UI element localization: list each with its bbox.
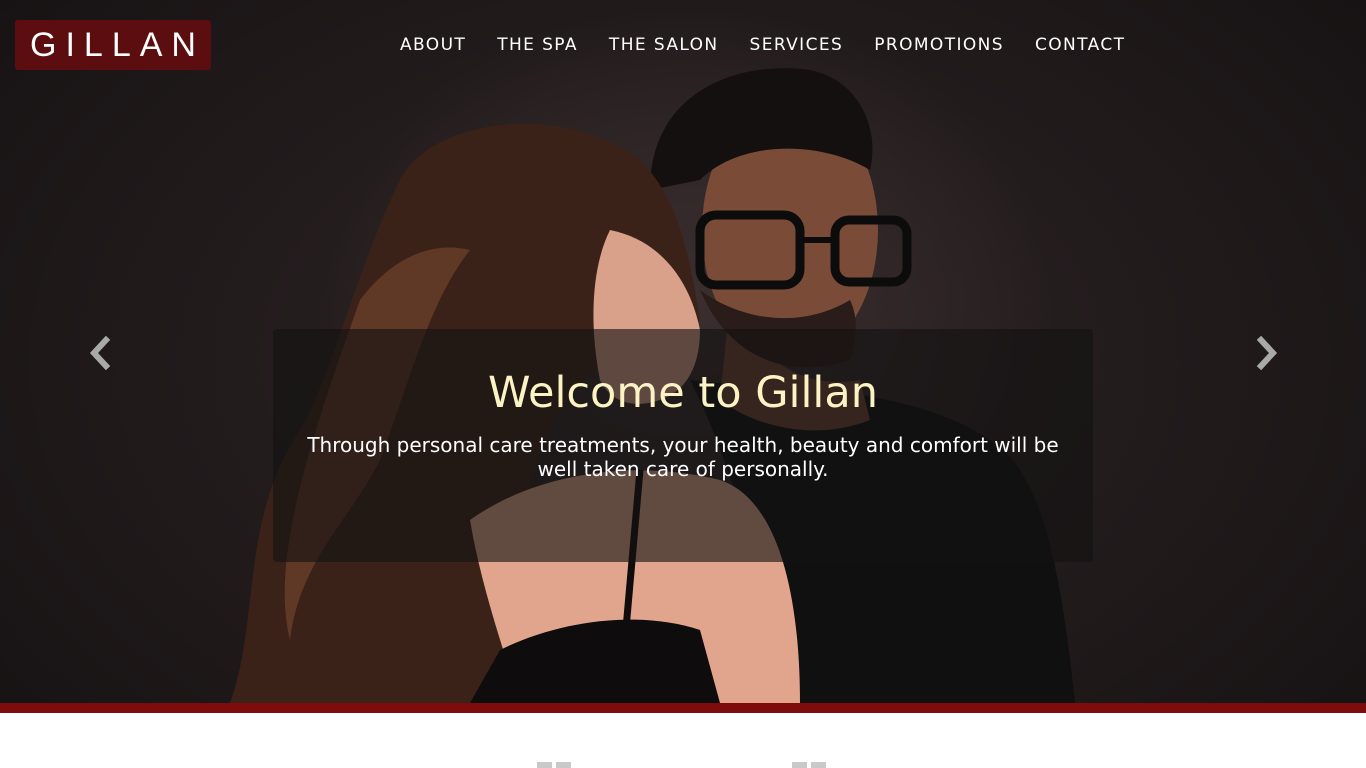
carousel-caption: Welcome to Gillan Through personal care … <box>273 329 1093 562</box>
nav-promotions[interactable]: PROMOTIONS <box>874 33 1004 57</box>
grid-icon <box>792 762 826 768</box>
nav-contact[interactable]: CONTACT <box>1035 33 1125 57</box>
hero-subtitle: Through personal care treatments, your h… <box>307 433 1059 481</box>
nav-the-spa[interactable]: THE SPA <box>497 33 578 57</box>
accent-divider <box>0 703 1366 713</box>
nav-services[interactable]: SERVICES <box>750 33 844 57</box>
carousel-next-button[interactable] <box>1251 335 1281 371</box>
grid-icon <box>537 762 571 768</box>
logo[interactable]: GILLAN <box>15 20 211 70</box>
chevron-right-icon <box>1256 335 1278 371</box>
chevron-left-icon <box>89 335 111 371</box>
nav-about[interactable]: ABOUT <box>400 33 466 57</box>
hero-carousel: GILLAN ABOUT THE SPA THE SALON SERVICES … <box>0 0 1366 703</box>
nav-the-salon[interactable]: THE SALON <box>609 33 719 57</box>
carousel-prev-button[interactable] <box>86 335 116 371</box>
hero-title: Welcome to Gillan <box>488 368 878 418</box>
main-nav: ABOUT THE SPA THE SALON SERVICES PROMOTI… <box>400 33 1125 57</box>
